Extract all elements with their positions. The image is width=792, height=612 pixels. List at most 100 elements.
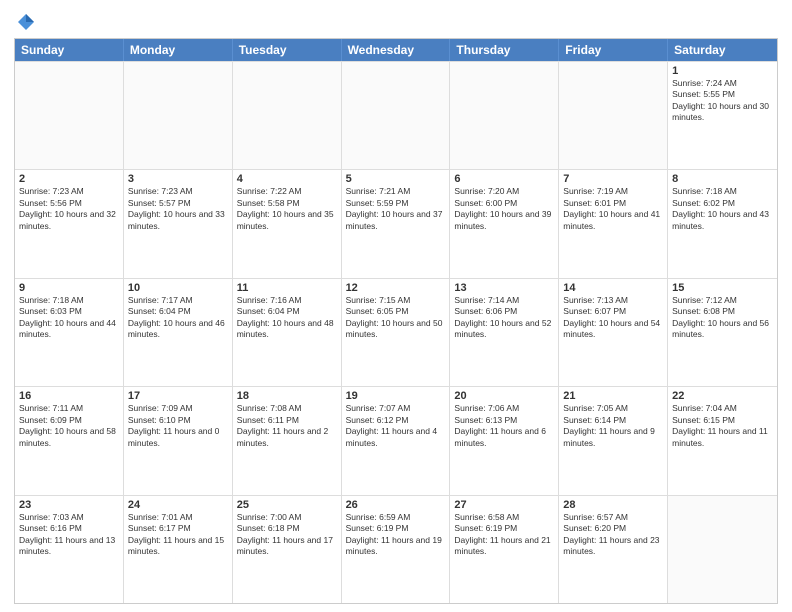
- header: [14, 12, 778, 32]
- day-23: 23Sunrise: 7:03 AM Sunset: 6:16 PM Dayli…: [15, 496, 124, 603]
- header-cell-monday: Monday: [124, 39, 233, 61]
- day-info: Sunrise: 7:23 AM Sunset: 5:56 PM Dayligh…: [19, 186, 119, 232]
- day-number: 8: [672, 173, 773, 185]
- calendar-week-1: 1Sunrise: 7:24 AM Sunset: 5:55 PM Daylig…: [15, 61, 777, 169]
- day-info: Sunrise: 7:21 AM Sunset: 5:59 PM Dayligh…: [346, 186, 446, 232]
- day-15: 15Sunrise: 7:12 AM Sunset: 6:08 PM Dayli…: [668, 279, 777, 386]
- day-number: 28: [563, 499, 663, 511]
- day-info: Sunrise: 7:12 AM Sunset: 6:08 PM Dayligh…: [672, 295, 773, 341]
- day-12: 12Sunrise: 7:15 AM Sunset: 6:05 PM Dayli…: [342, 279, 451, 386]
- day-number: 4: [237, 173, 337, 185]
- header-cell-sunday: Sunday: [15, 39, 124, 61]
- day-number: 23: [19, 499, 119, 511]
- day-number: 18: [237, 390, 337, 402]
- day-number: 20: [454, 390, 554, 402]
- day-17: 17Sunrise: 7:09 AM Sunset: 6:10 PM Dayli…: [124, 387, 233, 494]
- day-info: Sunrise: 7:17 AM Sunset: 6:04 PM Dayligh…: [128, 295, 228, 341]
- day-info: Sunrise: 7:22 AM Sunset: 5:58 PM Dayligh…: [237, 186, 337, 232]
- calendar-week-2: 2Sunrise: 7:23 AM Sunset: 5:56 PM Daylig…: [15, 169, 777, 277]
- day-number: 21: [563, 390, 663, 402]
- day-7: 7Sunrise: 7:19 AM Sunset: 6:01 PM Daylig…: [559, 170, 668, 277]
- day-info: Sunrise: 7:04 AM Sunset: 6:15 PM Dayligh…: [672, 403, 773, 449]
- header-cell-wednesday: Wednesday: [342, 39, 451, 61]
- day-number: 26: [346, 499, 446, 511]
- day-info: Sunrise: 6:58 AM Sunset: 6:19 PM Dayligh…: [454, 512, 554, 558]
- day-number: 7: [563, 173, 663, 185]
- day-info: Sunrise: 7:18 AM Sunset: 6:03 PM Dayligh…: [19, 295, 119, 341]
- day-info: Sunrise: 7:08 AM Sunset: 6:11 PM Dayligh…: [237, 403, 337, 449]
- day-info: Sunrise: 7:24 AM Sunset: 5:55 PM Dayligh…: [672, 78, 773, 124]
- empty-cell: [124, 62, 233, 169]
- calendar-body: 1Sunrise: 7:24 AM Sunset: 5:55 PM Daylig…: [15, 61, 777, 603]
- header-cell-tuesday: Tuesday: [233, 39, 342, 61]
- day-number: 13: [454, 282, 554, 294]
- day-5: 5Sunrise: 7:21 AM Sunset: 5:59 PM Daylig…: [342, 170, 451, 277]
- day-info: Sunrise: 7:01 AM Sunset: 6:17 PM Dayligh…: [128, 512, 228, 558]
- day-11: 11Sunrise: 7:16 AM Sunset: 6:04 PM Dayli…: [233, 279, 342, 386]
- logo-icon: [16, 12, 36, 32]
- day-info: Sunrise: 7:14 AM Sunset: 6:06 PM Dayligh…: [454, 295, 554, 341]
- day-18: 18Sunrise: 7:08 AM Sunset: 6:11 PM Dayli…: [233, 387, 342, 494]
- header-cell-thursday: Thursday: [450, 39, 559, 61]
- day-info: Sunrise: 7:16 AM Sunset: 6:04 PM Dayligh…: [237, 295, 337, 341]
- day-25: 25Sunrise: 7:00 AM Sunset: 6:18 PM Dayli…: [233, 496, 342, 603]
- day-9: 9Sunrise: 7:18 AM Sunset: 6:03 PM Daylig…: [15, 279, 124, 386]
- day-info: Sunrise: 7:18 AM Sunset: 6:02 PM Dayligh…: [672, 186, 773, 232]
- day-info: Sunrise: 7:06 AM Sunset: 6:13 PM Dayligh…: [454, 403, 554, 449]
- day-6: 6Sunrise: 7:20 AM Sunset: 6:00 PM Daylig…: [450, 170, 559, 277]
- day-info: Sunrise: 6:57 AM Sunset: 6:20 PM Dayligh…: [563, 512, 663, 558]
- day-28: 28Sunrise: 6:57 AM Sunset: 6:20 PM Dayli…: [559, 496, 668, 603]
- day-1: 1Sunrise: 7:24 AM Sunset: 5:55 PM Daylig…: [668, 62, 777, 169]
- day-14: 14Sunrise: 7:13 AM Sunset: 6:07 PM Dayli…: [559, 279, 668, 386]
- day-number: 3: [128, 173, 228, 185]
- calendar-week-4: 16Sunrise: 7:11 AM Sunset: 6:09 PM Dayli…: [15, 386, 777, 494]
- day-21: 21Sunrise: 7:05 AM Sunset: 6:14 PM Dayli…: [559, 387, 668, 494]
- day-16: 16Sunrise: 7:11 AM Sunset: 6:09 PM Dayli…: [15, 387, 124, 494]
- day-number: 19: [346, 390, 446, 402]
- day-3: 3Sunrise: 7:23 AM Sunset: 5:57 PM Daylig…: [124, 170, 233, 277]
- day-13: 13Sunrise: 7:14 AM Sunset: 6:06 PM Dayli…: [450, 279, 559, 386]
- day-number: 1: [672, 65, 773, 77]
- calendar-week-5: 23Sunrise: 7:03 AM Sunset: 6:16 PM Dayli…: [15, 495, 777, 603]
- day-info: Sunrise: 7:03 AM Sunset: 6:16 PM Dayligh…: [19, 512, 119, 558]
- day-info: Sunrise: 7:00 AM Sunset: 6:18 PM Dayligh…: [237, 512, 337, 558]
- day-info: Sunrise: 7:07 AM Sunset: 6:12 PM Dayligh…: [346, 403, 446, 449]
- day-20: 20Sunrise: 7:06 AM Sunset: 6:13 PM Dayli…: [450, 387, 559, 494]
- empty-cell: [559, 62, 668, 169]
- day-2: 2Sunrise: 7:23 AM Sunset: 5:56 PM Daylig…: [15, 170, 124, 277]
- day-number: 16: [19, 390, 119, 402]
- day-19: 19Sunrise: 7:07 AM Sunset: 6:12 PM Dayli…: [342, 387, 451, 494]
- day-number: 15: [672, 282, 773, 294]
- calendar: SundayMondayTuesdayWednesdayThursdayFrid…: [14, 38, 778, 604]
- day-number: 22: [672, 390, 773, 402]
- day-number: 12: [346, 282, 446, 294]
- day-10: 10Sunrise: 7:17 AM Sunset: 6:04 PM Dayli…: [124, 279, 233, 386]
- logo-area: [14, 12, 36, 32]
- day-info: Sunrise: 6:59 AM Sunset: 6:19 PM Dayligh…: [346, 512, 446, 558]
- day-info: Sunrise: 7:23 AM Sunset: 5:57 PM Dayligh…: [128, 186, 228, 232]
- day-number: 11: [237, 282, 337, 294]
- day-info: Sunrise: 7:05 AM Sunset: 6:14 PM Dayligh…: [563, 403, 663, 449]
- day-number: 2: [19, 173, 119, 185]
- day-8: 8Sunrise: 7:18 AM Sunset: 6:02 PM Daylig…: [668, 170, 777, 277]
- empty-cell: [15, 62, 124, 169]
- day-info: Sunrise: 7:20 AM Sunset: 6:00 PM Dayligh…: [454, 186, 554, 232]
- day-number: 27: [454, 499, 554, 511]
- page: SundayMondayTuesdayWednesdayThursdayFrid…: [0, 0, 792, 612]
- empty-cell: [668, 496, 777, 603]
- day-27: 27Sunrise: 6:58 AM Sunset: 6:19 PM Dayli…: [450, 496, 559, 603]
- day-number: 6: [454, 173, 554, 185]
- day-info: Sunrise: 7:19 AM Sunset: 6:01 PM Dayligh…: [563, 186, 663, 232]
- day-info: Sunrise: 7:15 AM Sunset: 6:05 PM Dayligh…: [346, 295, 446, 341]
- empty-cell: [342, 62, 451, 169]
- day-number: 9: [19, 282, 119, 294]
- day-4: 4Sunrise: 7:22 AM Sunset: 5:58 PM Daylig…: [233, 170, 342, 277]
- day-info: Sunrise: 7:09 AM Sunset: 6:10 PM Dayligh…: [128, 403, 228, 449]
- logo: [14, 12, 36, 32]
- calendar-header-row: SundayMondayTuesdayWednesdayThursdayFrid…: [15, 39, 777, 61]
- empty-cell: [233, 62, 342, 169]
- calendar-week-3: 9Sunrise: 7:18 AM Sunset: 6:03 PM Daylig…: [15, 278, 777, 386]
- day-number: 24: [128, 499, 228, 511]
- day-info: Sunrise: 7:13 AM Sunset: 6:07 PM Dayligh…: [563, 295, 663, 341]
- day-number: 17: [128, 390, 228, 402]
